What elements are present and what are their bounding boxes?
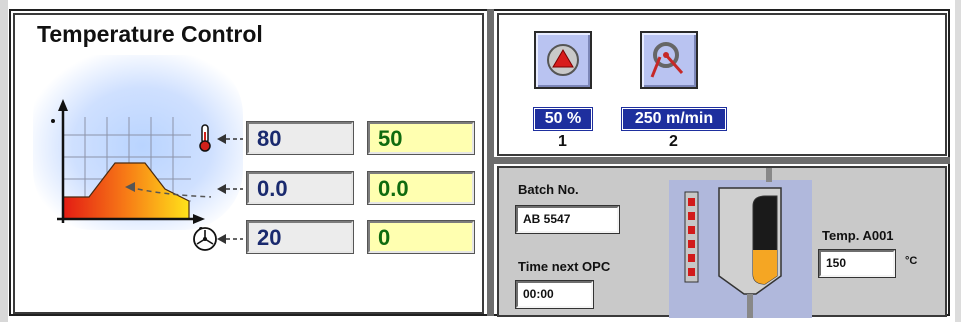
batch-number-field[interactable]: AB 5547 <box>515 205 620 234</box>
fan-setpoint-field[interactable]: 0 <box>367 220 475 254</box>
drive-1-number: 1 <box>558 133 567 150</box>
drive-2-number: 2 <box>669 133 678 150</box>
drives-panel: 50 % 1 250 m/min 2 <box>497 13 947 156</box>
left-edge <box>0 0 8 322</box>
warning-triangle-icon <box>547 44 579 76</box>
fan-icon <box>193 227 217 251</box>
drive-2-button[interactable] <box>640 31 698 89</box>
temperature-control-panel: Temperature Control 80 50 0.0 0.0 20 0 <box>13 13 484 314</box>
batch-panel: Batch No. AB 5547 Time next OPC 00:00 Te… <box>497 166 947 318</box>
temp-unit: °C <box>905 255 918 267</box>
ramp-setpoint-field[interactable]: 0.0 <box>367 171 475 205</box>
drive-1-value: 50 % <box>533 107 593 131</box>
panel-title: Temperature Control <box>37 21 263 47</box>
speed-gauge-icon <box>650 42 684 78</box>
fan-actual-field[interactable]: 20 <box>246 220 354 254</box>
batch-number-label: Batch No. <box>518 182 579 197</box>
row1-arrow-icon <box>217 134 243 144</box>
tank-vessel <box>684 168 782 318</box>
drive-1-button[interactable] <box>534 31 592 89</box>
horizontal-divider <box>494 157 950 164</box>
time-next-opc-field[interactable]: 00:00 <box>515 280 594 309</box>
drive-2-value: 250 m/min <box>621 107 727 131</box>
temp-a001-field[interactable]: 150 <box>818 249 896 278</box>
heat-profile-area <box>62 162 190 220</box>
right-edge <box>955 0 961 322</box>
temperature-profile-chart <box>51 99 211 231</box>
temp-a001-label: Temp. A001 <box>822 228 894 243</box>
temperature-actual-field[interactable]: 80 <box>246 121 354 155</box>
row2-arrow-icon <box>217 184 243 194</box>
hmi-screen: Temperature Control 80 50 0.0 0.0 20 0 5… <box>0 0 961 322</box>
thermometer-icon <box>199 124 211 152</box>
row3-arrow-icon <box>217 234 243 244</box>
time-next-opc-label: Time next OPC <box>518 259 611 274</box>
temperature-setpoint-field[interactable]: 50 <box>367 121 475 155</box>
vertical-divider <box>487 9 494 316</box>
ramp-actual-field[interactable]: 0.0 <box>246 171 354 205</box>
